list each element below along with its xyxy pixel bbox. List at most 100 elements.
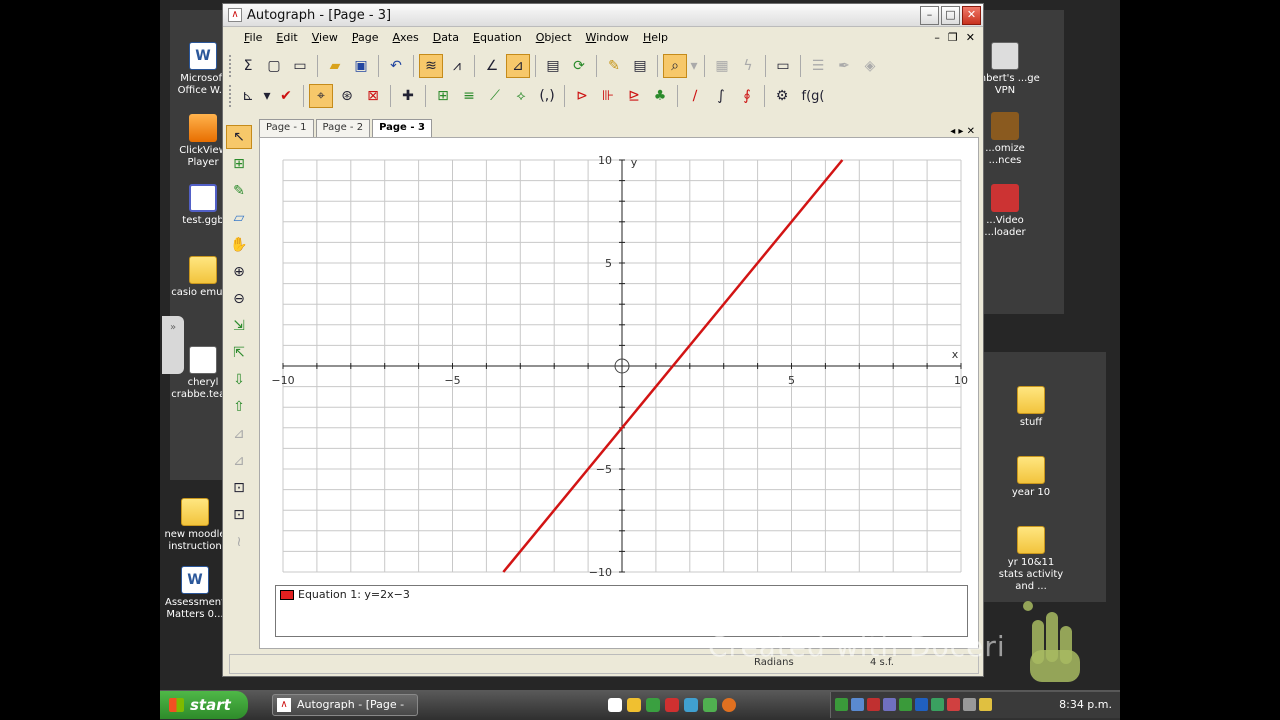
- transform-icon[interactable]: ⊳: [570, 84, 594, 108]
- eraser-icon[interactable]: ▱: [226, 206, 252, 230]
- zoom-fit-icon[interactable]: ⊡: [226, 503, 252, 527]
- menu-data[interactable]: Data: [426, 31, 466, 44]
- clock[interactable]: 8:34 p.m.: [1059, 698, 1112, 711]
- graph-view-icon[interactable]: ≋: [419, 54, 443, 78]
- graph-canvas[interactable]: −10 −5 5 10 10 5 −5 −10 x y: [260, 138, 978, 648]
- polar-grid-icon[interactable]: ⊛: [335, 84, 359, 108]
- add-shape-icon[interactable]: ⟡: [509, 84, 533, 108]
- new-page-icon[interactable]: ▢: [262, 54, 286, 78]
- desktop-icon-assessment[interactable]: W Assessment Matters 0...: [160, 566, 230, 621]
- axes-icon[interactable]: ✚: [396, 84, 420, 108]
- minimize-button[interactable]: –: [920, 5, 939, 25]
- add-table-icon[interactable]: ⊞: [431, 84, 455, 108]
- display-icon[interactable]: ▭: [771, 54, 795, 78]
- taskbar-autograph-button[interactable]: ∧ Autograph - [Page - 3]: [272, 694, 418, 720]
- close-button[interactable]: ✕: [962, 5, 981, 25]
- toolbar-grip[interactable]: [229, 85, 232, 107]
- mdi-minimize-button[interactable]: –: [934, 31, 940, 44]
- add-point-icon[interactable]: ⟋: [483, 84, 507, 108]
- dock-handle[interactable]: »: [162, 316, 184, 374]
- table-icon[interactable]: ▤: [541, 54, 565, 78]
- tray-device-icon[interactable]: [947, 698, 960, 711]
- menu-page[interactable]: Page: [345, 31, 386, 44]
- tab-page-1[interactable]: Page - 1: [259, 119, 314, 137]
- zoom-out-icon[interactable]: ⊖: [226, 287, 252, 311]
- scale-x-icon[interactable]: ⇲: [226, 314, 252, 338]
- axis-options-icon[interactable]: ⊾: [236, 84, 260, 108]
- add-list-icon[interactable]: ≡: [457, 84, 481, 108]
- zoom-in-icon[interactable]: ⊕: [226, 260, 252, 284]
- menu-help[interactable]: Help: [636, 31, 675, 44]
- solve-icon[interactable]: ⚙: [770, 84, 794, 108]
- quicklaunch-mail-icon[interactable]: [627, 698, 641, 712]
- menu-equation[interactable]: Equation: [466, 31, 529, 44]
- tray-user-icon[interactable]: [851, 698, 864, 711]
- quicklaunch-paint-icon[interactable]: [684, 698, 698, 712]
- turtle-icon[interactable]: ♣: [648, 84, 672, 108]
- new-document-icon[interactable]: ▭: [288, 54, 312, 78]
- measure-icon[interactable]: ⊿: [506, 54, 530, 78]
- tray-bluetooth-icon[interactable]: [915, 698, 928, 711]
- save-icon[interactable]: ▣: [349, 54, 373, 78]
- mdi-restore-button[interactable]: ❐: [948, 31, 958, 44]
- pencil-icon[interactable]: ✎: [226, 179, 252, 203]
- zoom-box-icon[interactable]: ⊡: [226, 476, 252, 500]
- summation-icon[interactable]: Σ: [236, 54, 260, 78]
- tab-scroll-arrows[interactable]: ◂ ▸ ✕: [950, 126, 979, 137]
- graph-area[interactable]: −10 −5 5 10 10 5 −5 −10 x y Equation 1: y=2x−3: [259, 137, 979, 649]
- dropdown-icon[interactable]: ▾: [262, 84, 272, 108]
- menu-axes[interactable]: Axes: [386, 31, 426, 44]
- mdi-close-button[interactable]: ✕: [966, 31, 975, 44]
- desktop-icon-stats[interactable]: yr 10&11 stats activity and ...: [996, 526, 1066, 593]
- menu-edit[interactable]: Edit: [269, 31, 304, 44]
- quicklaunch-browser-icon[interactable]: [722, 698, 736, 712]
- tray-chat-icon[interactable]: [931, 698, 944, 711]
- toolbar-grip[interactable]: [229, 55, 232, 77]
- cartesian-grid-icon[interactable]: ⌖: [309, 84, 333, 108]
- tray-shield-icon[interactable]: [979, 698, 992, 711]
- brackets-icon[interactable]: (,): [535, 84, 559, 108]
- translate-icon[interactable]: ⊵: [622, 84, 646, 108]
- check-icon[interactable]: ✔: [274, 84, 298, 108]
- pencil-tool-icon[interactable]: ✎: [602, 54, 626, 78]
- desktop-icon-moodle[interactable]: new moodle instruction: [160, 498, 230, 553]
- gradient-icon[interactable]: ∮: [735, 84, 759, 108]
- menu-window[interactable]: Window: [579, 31, 636, 44]
- desktop-icon-year10[interactable]: year 10: [996, 456, 1066, 499]
- maximize-button[interactable]: □: [941, 5, 960, 25]
- tray-app-icon[interactable]: [883, 698, 896, 711]
- quicklaunch-autograph-icon[interactable]: [608, 698, 622, 712]
- tab-page-3[interactable]: Page - 3: [372, 119, 432, 137]
- menu-file[interactable]: File: [237, 31, 269, 44]
- desktop-icon-stuff[interactable]: stuff: [996, 386, 1066, 429]
- hand-pan-icon[interactable]: ✋: [226, 233, 252, 257]
- title-bar[interactable]: ∧ Autograph - [Page - 3] – □ ✕: [223, 4, 983, 27]
- statistics-view-icon[interactable]: ⩘: [445, 54, 469, 78]
- zoom-icon[interactable]: ⌕: [663, 54, 687, 78]
- tray-speaker-icon[interactable]: [963, 698, 976, 711]
- menu-view[interactable]: View: [305, 31, 345, 44]
- stretch-down-icon[interactable]: ⇩: [226, 368, 252, 392]
- function-composition-icon[interactable]: f(g(: [796, 84, 830, 108]
- scale-y-icon[interactable]: ⇱: [226, 341, 252, 365]
- menu-object[interactable]: Object: [529, 31, 579, 44]
- integral-icon[interactable]: ∫: [709, 84, 733, 108]
- key-dropdown-icon[interactable]: ▾: [689, 54, 699, 78]
- tab-page-2[interactable]: Page - 2: [315, 119, 371, 137]
- start-button[interactable]: start: [160, 691, 248, 719]
- quicklaunch-app-icon[interactable]: [703, 698, 717, 712]
- delete-grid-icon[interactable]: ⊠: [361, 84, 385, 108]
- reflect-icon[interactable]: ⊪: [596, 84, 620, 108]
- tray-sync-icon[interactable]: [899, 698, 912, 711]
- refresh-icon[interactable]: ⟳: [567, 54, 591, 78]
- quicklaunch-calc-icon[interactable]: [646, 698, 660, 712]
- tangent-icon[interactable]: ∕: [683, 84, 707, 108]
- text-box-icon[interactable]: ▤: [628, 54, 652, 78]
- quicklaunch-media-icon[interactable]: [665, 698, 679, 712]
- undo-icon[interactable]: ↶: [384, 54, 408, 78]
- open-folder-icon[interactable]: ▰: [323, 54, 347, 78]
- add-point-icon[interactable]: ⊞: [226, 152, 252, 176]
- stretch-up-icon[interactable]: ⇧: [226, 395, 252, 419]
- tray-network-icon[interactable]: [835, 698, 848, 711]
- tray-security-icon[interactable]: [867, 698, 880, 711]
